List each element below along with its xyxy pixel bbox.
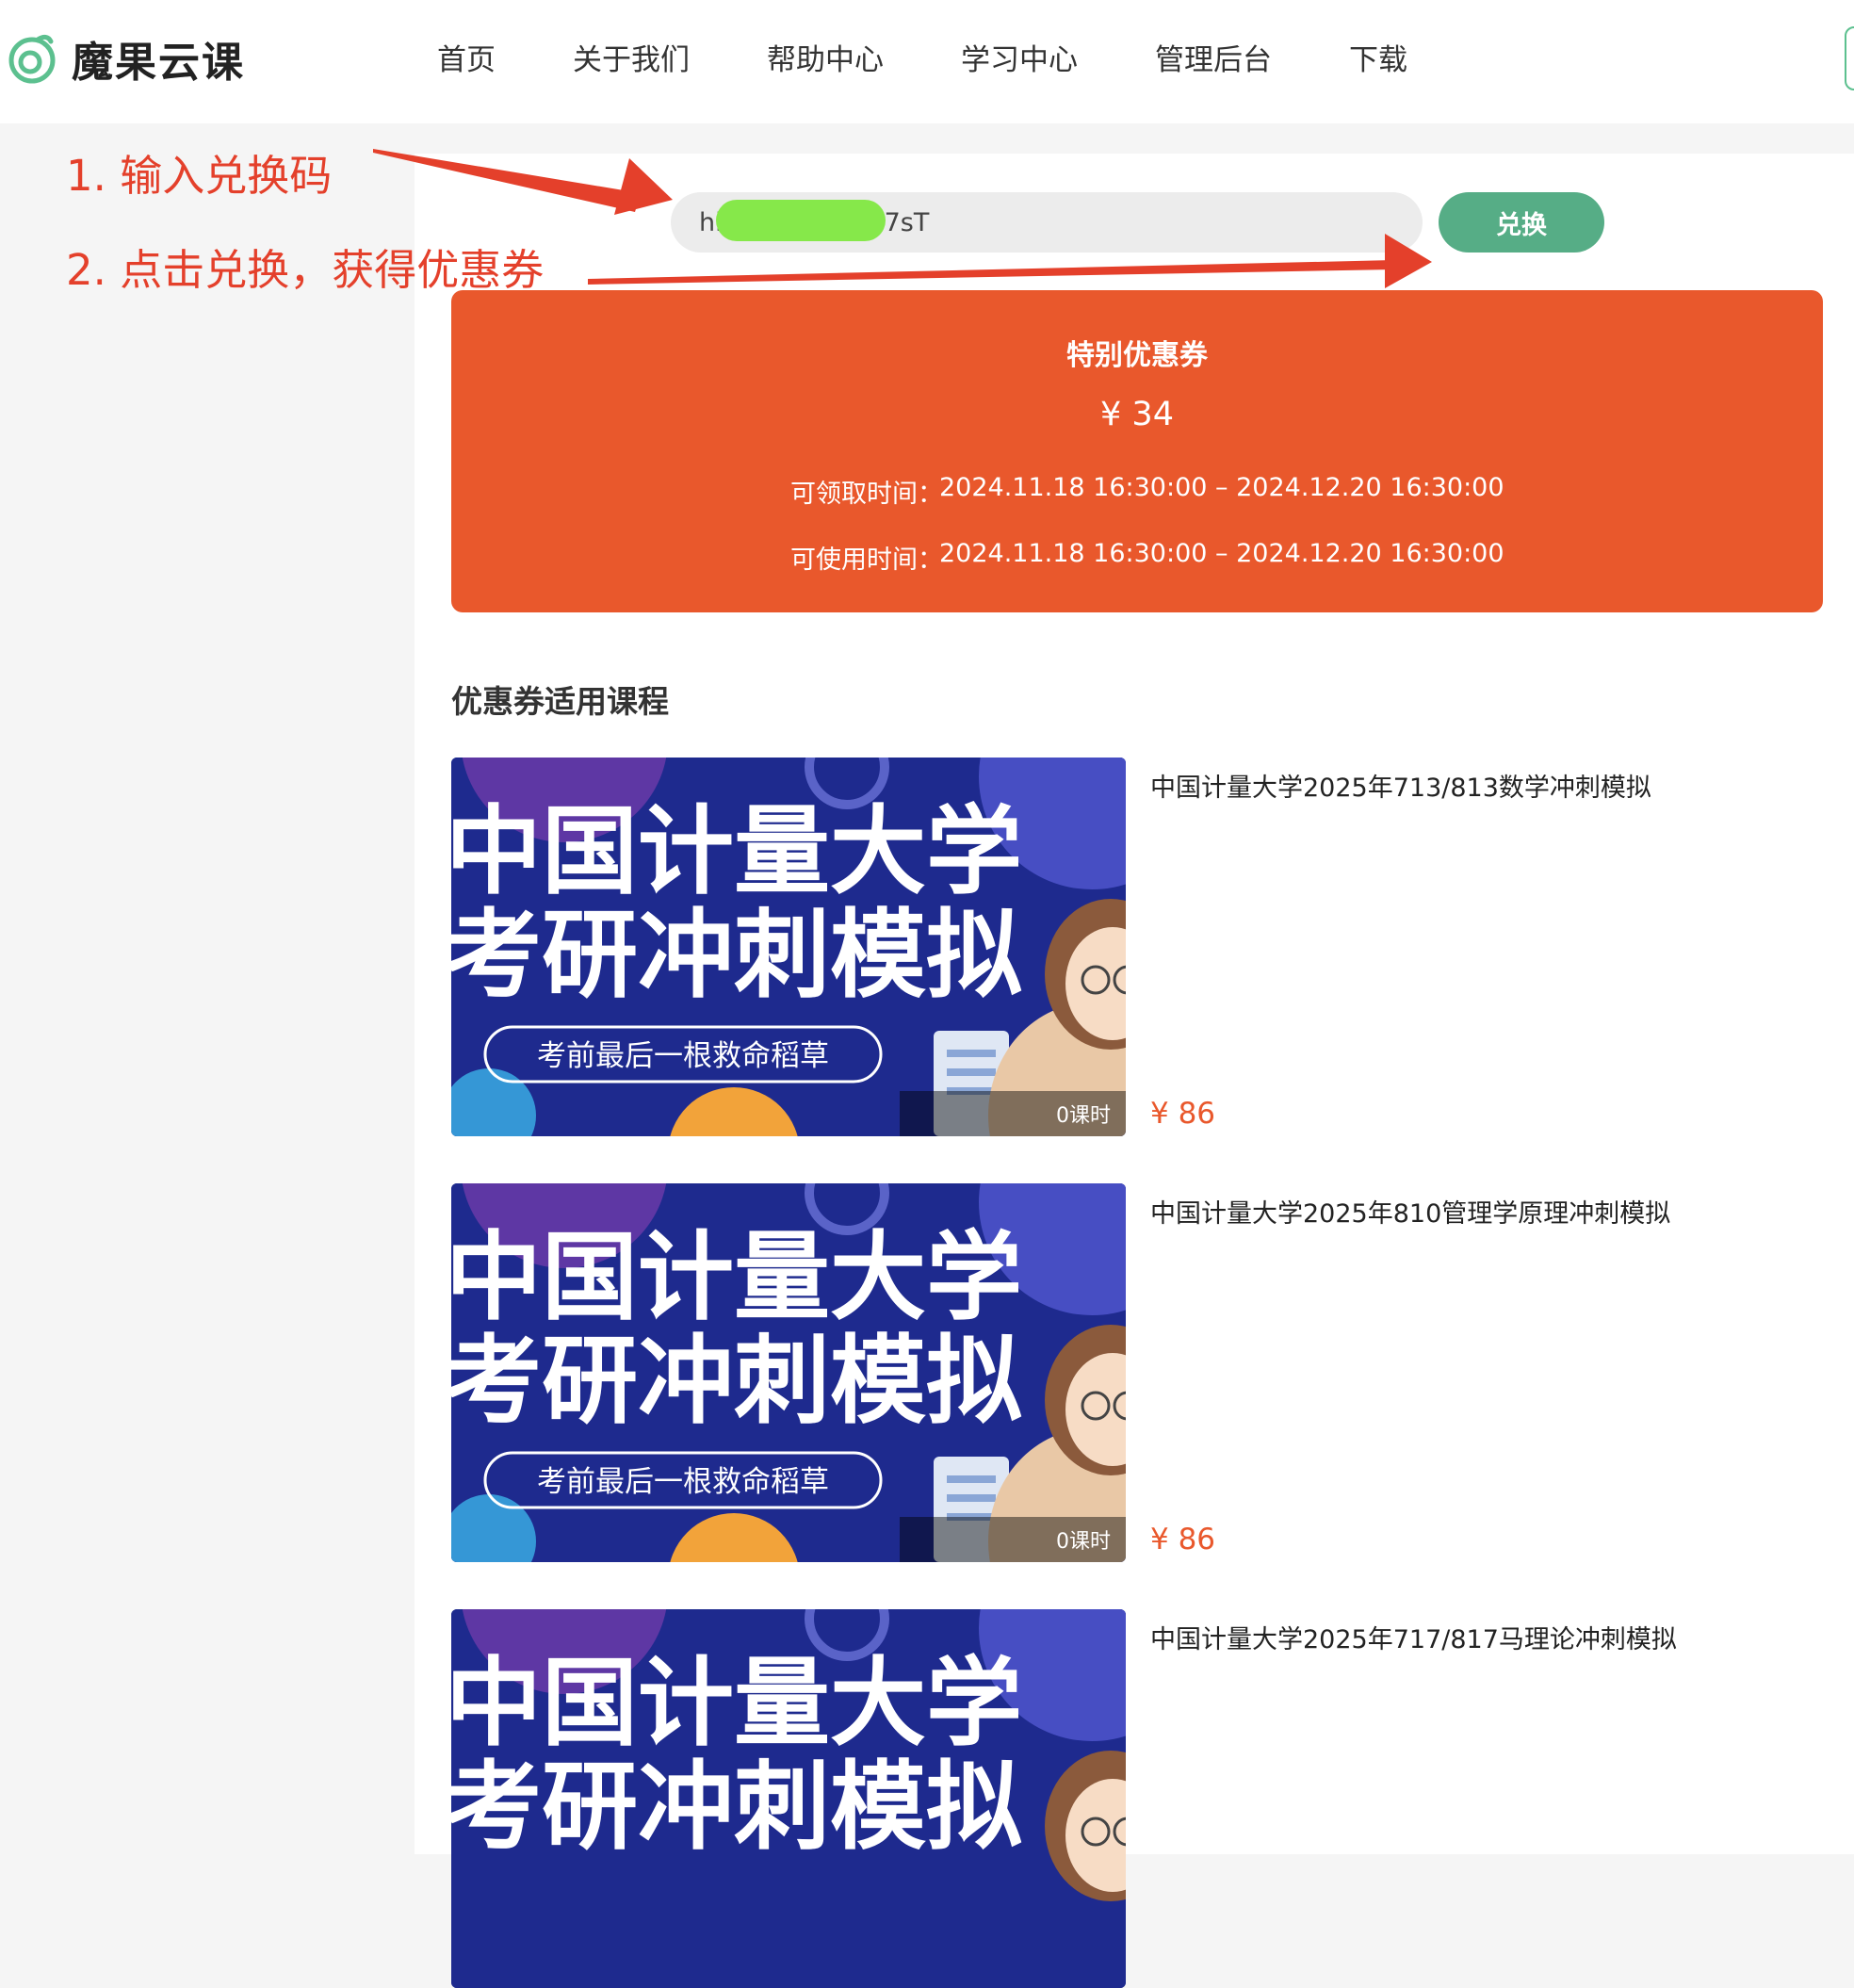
main-nav: 首页 关于我们 帮助中心 学习中心 管理后台 下载 [437,36,1485,78]
course-thumbnail[interactable]: 中国计量大学 考研冲刺模拟 考前最后一根救命稻草 0课时 [451,1183,1126,1562]
lessons-count: 0课时 [900,1517,1126,1562]
thumb-tagline: 考前最后一根救命稻草 [537,1465,829,1499]
section-title: 优惠券适用课程 [451,683,669,720]
coupon-use-row: 可使用时间： 2024.11.18 16:30:00 – 2024.12.20 … [790,539,1504,576]
redeem-code-input[interactable]: hl 7sT [671,192,1423,253]
course-card[interactable]: 中国计量大学 考研冲刺模拟 考前最后一根救命稻草 0课时 中国计量大学2025年… [451,758,1827,1136]
nav-item-help[interactable]: 帮助中心 [767,36,884,78]
coupon-claim-row: 可领取时间： 2024.11.18 16:30:00 – 2024.12.20 … [790,473,1504,510]
nav-item-download[interactable]: 下载 [1349,36,1407,78]
redaction-mark [716,200,886,241]
header-right-button[interactable] [1845,26,1854,90]
lessons-count: 0课时 [900,1091,1126,1136]
annotation-step1: 1. 输入兑换码 [66,151,333,201]
coupon-claim-time: 2024.11.18 16:30:00 – 2024.12.20 16:30:0… [939,473,1504,502]
course-card[interactable]: 中国计量大学 考研冲刺模拟 考前最后一根救命稻草 0课时 中国计量大学2025年… [451,1183,1827,1562]
course-title[interactable]: 中国计量大学2025年717/817马理论冲刺模拟 [1150,1619,1677,1655]
course-thumbnail[interactable]: 中国计量大学 考研冲刺模拟 [451,1609,1126,1988]
coupon-claim-label: 可领取时间： [790,480,943,509]
redeem-button[interactable]: 兑换 [1439,192,1604,253]
thumb-line2: 考研冲刺模拟 [451,1752,1022,1864]
thumb-line2: 考研冲刺模拟 [451,900,1022,1012]
thumb-tagline: 考前最后一根救命稻草 [537,1039,829,1073]
thumb-line2: 考研冲刺模拟 [451,1326,1022,1438]
course-title[interactable]: 中国计量大学2025年810管理学原理冲刺模拟 [1150,1193,1670,1230]
annotation-step2: 2. 点击兑换，获得优惠券 [66,245,545,295]
thumbnail-art: 中国计量大学 考研冲刺模拟 考前最后一根救命稻草 [451,758,1126,1136]
nav-item-home[interactable]: 首页 [437,36,496,78]
redeem-code-suffix: 7sT [884,207,930,237]
course-title[interactable]: 中国计量大学2025年713/813数学冲刺模拟 [1150,767,1651,804]
course-card[interactable]: 中国计量大学 考研冲刺模拟 中国计量大学2025年717/817马理论冲刺模拟 [451,1609,1827,1988]
thumb-line1: 中国计量大学 [451,1648,1022,1760]
thumb-line1: 中国计量大学 [451,796,1022,908]
coupon-card: 特别优惠券 ¥ 34 可领取时间： 2024.11.18 16:30:00 – … [451,290,1823,612]
nav-item-admin[interactable]: 管理后台 [1155,36,1272,78]
nav-item-about[interactable]: 关于我们 [573,36,690,78]
nav-item-learning[interactable]: 学习中心 [961,36,1078,78]
coupon-amount: ¥ 34 [1100,396,1174,433]
coupon-use-time: 2024.11.18 16:30:00 – 2024.12.20 16:30:0… [939,539,1504,568]
brand-logo[interactable]: 魔果云课 [6,28,245,89]
top-header: 魔果云课 首页 关于我们 帮助中心 学习中心 管理后台 下载 [0,0,1854,123]
swirl-logo-icon [8,34,56,84]
coupon-use-label: 可使用时间： [790,546,943,575]
coupon-title: 特别优惠券 [1066,339,1208,372]
thumb-line1: 中国计量大学 [451,1222,1022,1334]
course-price: ¥ 86 [1150,1097,1216,1131]
thumbnail-art: 中国计量大学 考研冲刺模拟 考前最后一根救命稻草 [451,1183,1126,1562]
brand-name: 魔果云课 [72,39,245,87]
thumbnail-art: 中国计量大学 考研冲刺模拟 [451,1609,1126,1988]
course-thumbnail[interactable]: 中国计量大学 考研冲刺模拟 考前最后一根救命稻草 0课时 [451,758,1126,1136]
course-price: ¥ 86 [1150,1523,1216,1556]
